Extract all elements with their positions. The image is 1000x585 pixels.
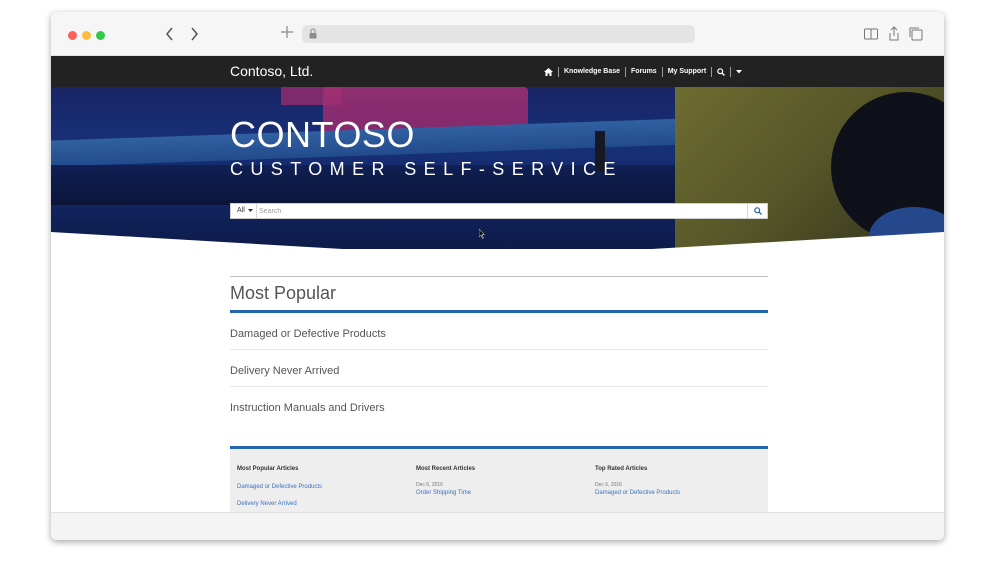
article-date: Dec 6, 2016 (416, 482, 443, 488)
hero-subtitle: CUSTOMER SELF-SERVICE (230, 159, 623, 179)
popular-topic-link[interactable]: Instruction Manuals and Drivers (230, 387, 768, 424)
section-title: Most Popular (230, 283, 337, 303)
search-bar: All (230, 203, 768, 219)
chevron-left-icon (166, 27, 173, 41)
popular-topic-link[interactable]: Damaged or Defective Products (230, 313, 768, 350)
column-heading: Top Rated Articles (595, 466, 648, 472)
reader-icon[interactable] (863, 26, 879, 42)
article-link[interactable]: Damaged or Defective Products (237, 484, 407, 490)
browser-toolbar (51, 12, 944, 56)
column-heading: Most Recent Articles (416, 466, 476, 472)
brand-logo[interactable]: Contoso, Ltd. (230, 63, 313, 79)
chevron-right-icon (191, 27, 198, 41)
mouse-cursor-icon (479, 229, 485, 239)
caret-down-icon (736, 69, 743, 73)
new-tab-button[interactable] (280, 23, 294, 43)
caret-down-icon (247, 208, 253, 212)
most-popular-articles-column: Most Popular Articles Damaged or Defecti… (237, 466, 407, 518)
lock-icon (309, 28, 317, 39)
hero-bottom-edge (51, 232, 944, 249)
address-bar[interactable] (302, 25, 695, 43)
search-filter-dropdown[interactable]: All (231, 204, 257, 218)
nav-my-support[interactable]: My Support (663, 68, 712, 75)
nav-account-dropdown[interactable] (731, 69, 747, 74)
browser-bottom-bar (51, 512, 944, 540)
hero-banner: CONTOSO CUSTOMER SELF-SERVICE (51, 87, 944, 249)
back-button[interactable] (163, 24, 177, 44)
site-header: Contoso, Ltd. Knowledge Base Forums My S… (51, 56, 944, 87)
article-link[interactable]: Order Shipping Time (416, 490, 586, 496)
hero-title: CONTOSO (230, 114, 415, 155)
article-date: Dec 6, 2016 (595, 482, 622, 488)
search-icon (717, 67, 726, 76)
search-icon (754, 207, 762, 215)
nav-search[interactable] (712, 67, 730, 76)
column-heading: Most Popular Articles (237, 466, 299, 472)
zoom-window-button[interactable] (96, 31, 105, 40)
nav-home[interactable] (539, 67, 558, 76)
home-icon (544, 67, 553, 76)
minimize-window-button[interactable] (82, 31, 91, 40)
search-submit-button[interactable] (747, 204, 767, 218)
article-link[interactable]: Damaged or Defective Products (595, 490, 765, 496)
tabs-overview-icon[interactable] (908, 26, 924, 42)
divider (230, 276, 768, 277)
forward-button[interactable] (187, 24, 201, 44)
nav-knowledge-base[interactable]: Knowledge Base (559, 68, 625, 75)
close-window-button[interactable] (68, 31, 77, 40)
most-recent-articles-column: Most Recent Articles Dec 6, 2016 Order S… (416, 466, 586, 507)
nav-forums[interactable]: Forums (626, 68, 662, 75)
plus-icon (281, 26, 293, 38)
top-rated-articles-column: Top Rated Articles Dec 6, 2016 Damaged o… (595, 466, 765, 507)
article-link[interactable]: Delivery Never Arrived (237, 501, 407, 507)
share-icon[interactable] (886, 26, 902, 42)
browser-window: Contoso, Ltd. Knowledge Base Forums My S… (51, 12, 944, 540)
top-navigation: Knowledge Base Forums My Support (539, 56, 747, 87)
search-filter-label: All (237, 207, 245, 214)
popular-topic-link[interactable]: Delivery Never Arrived (230, 350, 768, 387)
search-input[interactable] (259, 205, 725, 217)
